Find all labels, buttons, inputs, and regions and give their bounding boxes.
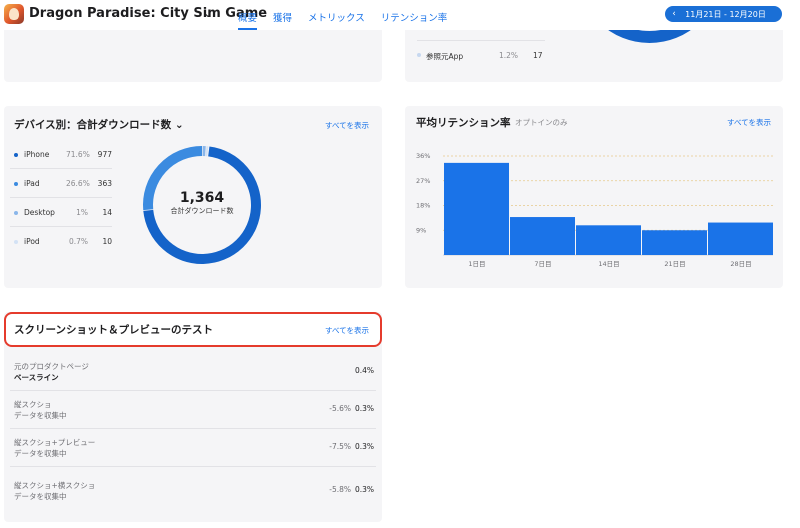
legend-dot [14,182,18,186]
test-row-conversion: 0.3% [354,442,374,451]
y-tick-label: 9% [416,226,426,234]
chevron-down-icon[interactable]: ⌄ [203,6,213,20]
test-row-improvement: -5.6% [329,404,351,413]
divider [10,197,112,198]
device-label: iPod [24,237,40,246]
test-row-name: 元のプロダクトページ [14,362,89,371]
test-row-name: 縦スクショ+プレビュー [14,438,96,447]
device-percent: 71.6% [66,150,90,159]
device-label: iPhone [24,150,50,159]
referrer-value: 17 [533,51,543,60]
test-row-treatment-3[interactable]: 縦スクショ+横スクショ データを収集中 -5.8% 0.3% [4,472,382,510]
tab-metrics[interactable]: メトリックス [308,0,365,30]
app-icon [4,4,24,24]
divider [10,226,112,227]
test-row-improvement: -7.5% [329,442,351,451]
device-label: iPad [24,179,40,188]
device-row-desktop: Desktop 1% 14 [10,199,112,227]
test-row-name: 縦スクショ+横スクショ [14,481,96,490]
retention-bar[interactable] [642,230,707,255]
test-see-all-link[interactable]: すべてを表示 [325,325,369,336]
test-row-baseline[interactable]: 元のプロダクトページ ベースライン 0.4% [4,353,382,391]
tab-overview[interactable]: 概要 [238,0,258,30]
divider [10,466,376,467]
retention-bar[interactable] [576,225,641,255]
x-tick-label: 1日目 [468,260,485,268]
referrer-pct: 1.2% [499,51,519,60]
device-row-ipod: iPod 0.7% 10 [10,228,112,256]
x-tick-label: 14日目 [598,260,619,268]
date-range-label: 11月21日 - 12月20日 [685,9,766,19]
tab-acquisition[interactable]: 獲得 [273,0,292,30]
test-row-treatment-1[interactable]: 縦スクショ データを収集中 -5.6% 0.3% [4,391,382,429]
device-card-title[interactable]: デバイス別：合計ダウンロード数 ⌄ [14,117,184,132]
device-row-ipad: iPad 26.6% 363 [10,170,112,198]
test-row-status: データを収集中 [14,449,67,458]
retention-bar[interactable] [510,217,575,255]
retention-bar-chart: 36% 27% 18% 9% 1日目 7日目 14日目 21日目 28日目 [416,152,773,268]
divider [10,168,112,169]
test-row-conversion: 0.4% [354,366,374,375]
retention-subtitle: オプトインのみ [515,118,568,127]
device-percent: 26.6% [66,179,90,188]
test-row-status: データを収集中 [14,492,67,501]
test-row-conversion: 0.3% [354,485,374,494]
retention-see-all-link[interactable]: すべてを表示 [727,117,771,128]
retention-bar[interactable] [708,222,773,255]
device-row-iphone: iPhone 71.6% 977 [10,141,112,169]
x-tick-label: 7日目 [534,260,551,268]
test-row-status: ベースライン [14,373,59,382]
tab-retention[interactable]: リテンション率 [381,0,448,30]
test-row-name: 縦スクショ [14,400,52,409]
y-tick-label: 36% [416,152,430,160]
device-label: Desktop [24,208,55,217]
legend-dot [417,53,421,57]
app-title[interactable]: Dragon Paradise: City Sim Game [29,6,267,21]
retention-bar[interactable] [444,162,509,255]
test-row-status: データを収集中 [14,411,67,420]
x-tick-label: 28日目 [730,260,751,268]
legend-dot [14,211,18,215]
device-value: 977 [97,150,112,159]
test-row-treatment-2[interactable]: 縦スクショ+プレビュー データを収集中 -7.5% 0.3% [4,429,382,467]
test-row-conversion: 0.3% [354,404,374,413]
chevron-down-icon[interactable]: ⌄ [175,119,184,131]
donut-total-caption: 合計ダウンロード数 [170,207,234,215]
device-see-all-link[interactable]: すべてを表示 [325,120,369,131]
device-value: 363 [97,179,112,188]
divider [417,40,545,41]
legend-dot [14,153,18,157]
top-bar: Dragon Paradise: City Sim Game ⌄ 概要 獲得 メ… [0,0,800,30]
test-card-title: スクリーンショット＆プレビューのテスト [14,324,213,336]
referrer-label: 参照元App [426,52,464,61]
x-tick-label: 21日目 [664,260,685,268]
device-percent: 1% [76,208,88,217]
donut-total-value: 1,364 [179,190,225,206]
test-row-improvement: -5.8% [329,485,351,494]
device-value: 10 [102,237,112,246]
chevron-left-icon[interactable]: ‹ [665,9,683,19]
tab-bar: 概要 獲得 メトリックス リテンション率 [238,0,447,30]
referrer-row: 参照元App 1.2% 17 [405,40,545,70]
date-range-picker[interactable]: ‹ 11月21日 - 12月20日 [665,6,782,22]
y-tick-label: 27% [416,177,430,185]
device-percent: 0.7% [68,237,88,246]
device-card-title-text: デバイス別：合計ダウンロード数 [14,119,172,131]
device-value: 14 [102,208,112,217]
y-tick-label: 18% [416,202,430,210]
retention-card-title: 平均リテンション率 [416,117,511,129]
legend-dot [14,240,18,244]
